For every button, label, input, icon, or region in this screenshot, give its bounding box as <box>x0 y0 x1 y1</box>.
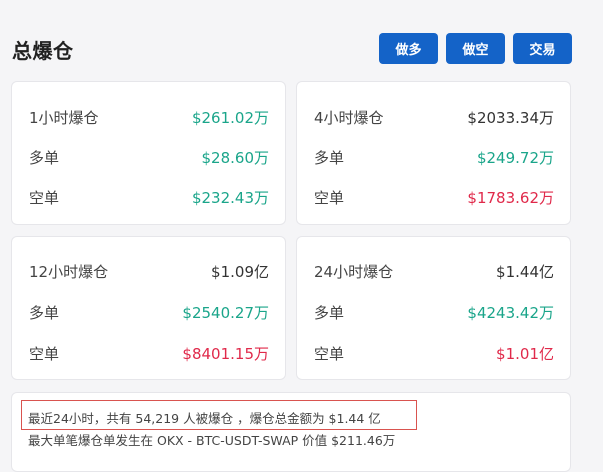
row-value: $1.01亿 <box>496 344 554 363</box>
row-value: $232.43万 <box>191 188 269 207</box>
row-label: 12小时爆仓 <box>29 262 109 281</box>
row-label: 24小时爆仓 <box>314 262 394 281</box>
card-24h: 24小时爆仓 $1.44亿 多单 $4243.42万 空单 $1.01亿 <box>296 236 571 380</box>
page-title: 总爆仓 <box>12 39 74 63</box>
row-label: 多单 <box>29 148 60 167</box>
go-long-button[interactable]: 做多 <box>379 33 438 64</box>
row-value: $1.44亿 <box>496 262 554 281</box>
row-long: 多单 $4243.42万 <box>314 301 554 323</box>
row-total: 4小时爆仓 $2033.34万 <box>314 106 554 128</box>
row-total: 12小时爆仓 $1.09亿 <box>29 260 269 282</box>
row-label: 空单 <box>29 188 60 207</box>
card-1h: 1小时爆仓 $261.02万 多单 $28.60万 空单 $232.43万 <box>11 81 286 225</box>
row-label: 多单 <box>314 148 345 167</box>
row-short: 空单 $232.43万 <box>29 186 269 208</box>
card-12h: 12小时爆仓 $1.09亿 多单 $2540.27万 空单 $8401.15万 <box>11 236 286 380</box>
row-label: 多单 <box>314 303 345 322</box>
trade-button[interactable]: 交易 <box>513 33 572 64</box>
action-buttons: 做多 做空 交易 <box>379 33 572 64</box>
row-label: 4小时爆仓 <box>314 108 384 127</box>
go-short-button[interactable]: 做空 <box>446 33 505 64</box>
row-value: $2540.27万 <box>182 303 269 322</box>
row-short: 空单 $1783.62万 <box>314 186 554 208</box>
card-4h: 4小时爆仓 $2033.34万 多单 $249.72万 空单 $1783.62万 <box>296 81 571 225</box>
row-label: 空单 <box>314 188 345 207</box>
row-long: 多单 $28.60万 <box>29 146 269 168</box>
header: 总爆仓 做多 做空 交易 <box>12 33 572 65</box>
summary-line-largest: 最大单笔爆仓单发生在 OKX - BTC-USDT-SWAP 价值 $211.4… <box>28 433 396 448</box>
row-total: 1小时爆仓 $261.02万 <box>29 106 269 128</box>
row-value: $1783.62万 <box>467 188 554 207</box>
row-value: $1.09亿 <box>211 262 269 281</box>
row-long: 多单 $2540.27万 <box>29 301 269 323</box>
row-label: 空单 <box>29 344 60 363</box>
row-value: $249.72万 <box>476 148 554 167</box>
summary-line-24h: 最近24小时，共有 54,219 人被爆仓 ，爆仓总金额为 $1.44 亿 <box>28 411 381 426</box>
row-short: 空单 $8401.15万 <box>29 342 269 364</box>
row-label: 1小时爆仓 <box>29 108 99 127</box>
row-value: $4243.42万 <box>467 303 554 322</box>
row-total: 24小时爆仓 $1.44亿 <box>314 260 554 282</box>
row-long: 多单 $249.72万 <box>314 146 554 168</box>
row-label: 多单 <box>29 303 60 322</box>
row-value: $261.02万 <box>191 108 269 127</box>
row-value: $8401.15万 <box>182 344 269 363</box>
row-value: $2033.34万 <box>467 108 554 127</box>
row-short: 空单 $1.01亿 <box>314 342 554 364</box>
row-value: $28.60万 <box>201 148 270 167</box>
summary-panel: 最近24小时，共有 54,219 人被爆仓 ，爆仓总金额为 $1.44 亿 最大… <box>11 392 571 472</box>
row-label: 空单 <box>314 344 345 363</box>
